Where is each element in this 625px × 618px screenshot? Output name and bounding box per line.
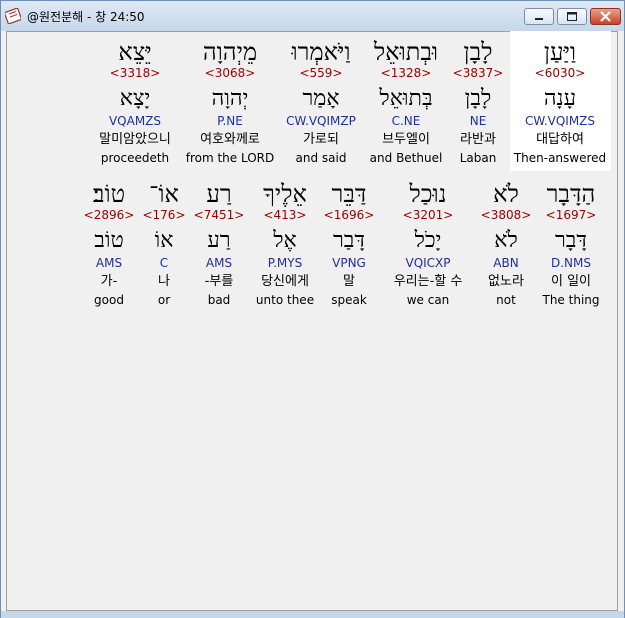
word-parse: D.NMS (550, 256, 591, 270)
app-window: @원전분해 - 창 24:50 יֵּצֵא <3318> יָצָא VQAMZS 말… (0, 0, 625, 618)
close-icon (600, 11, 611, 22)
word-korean: 이 일이 (550, 274, 591, 289)
word-hebrew: וַיַּעַן (543, 38, 577, 66)
minimize-button[interactable] (524, 8, 554, 25)
word-korean: 대답하여 (536, 132, 584, 147)
title-bar[interactable]: @원전분해 - 창 24:50 (1, 1, 624, 31)
maximize-icon (567, 12, 577, 21)
word-parse: CW.VQIMZS (524, 114, 596, 128)
close-button[interactable] (590, 8, 621, 25)
word-lemma: עָנָה (543, 86, 577, 111)
word-english: Then-answered (513, 151, 607, 165)
minimize-icon (535, 18, 543, 20)
bible-app-icon (5, 8, 21, 24)
window-title: @원전분해 - 창 24:50 (27, 10, 145, 24)
word-hebrew: הַדָּבָר (546, 180, 596, 208)
word-strong: <1697> (545, 208, 597, 222)
word-lemma: דָּבָר (555, 228, 587, 253)
word-strong: <6030> (534, 66, 586, 80)
word-english: The thing (542, 293, 600, 307)
window-bottom-border (1, 611, 624, 618)
maximize-button[interactable] (557, 8, 587, 25)
